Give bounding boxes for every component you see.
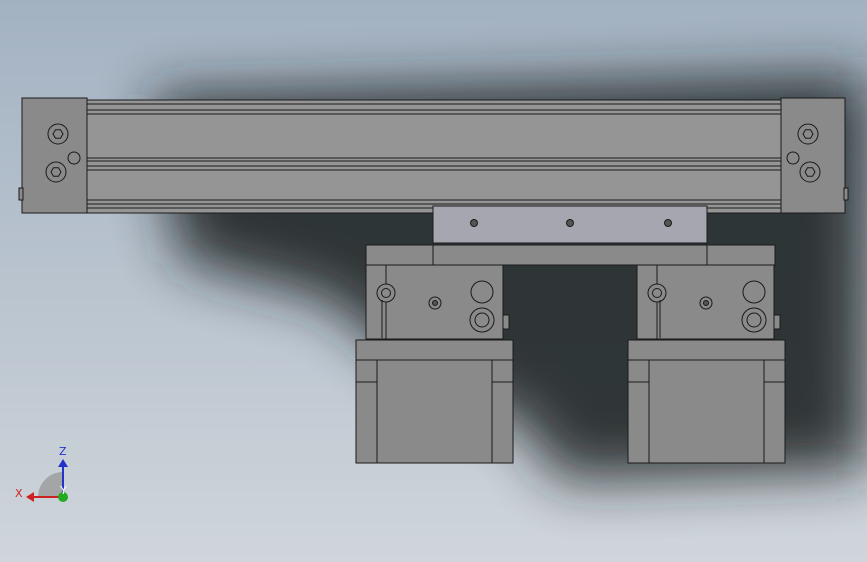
right-gripper-fitting-top-icon [742,280,766,304]
bridge-bracket[interactable] [365,244,776,266]
right-cap-screw-bottom-icon [799,161,821,183]
right-gripper-jaw-block[interactable] [627,339,786,464]
left-gripper[interactable] [355,264,514,464]
right-cap-port-icon [786,151,800,165]
y-axis-label: Y [59,484,67,497]
model-view[interactable]: Z X Y [0,0,867,562]
plate-hole-icon [470,219,478,227]
right-cap-screw-top-icon [797,123,819,145]
left-gripper-nub [502,314,510,330]
right-gripper-screw-inner-icon [703,300,709,306]
left-gripper-fitting-top-icon [470,280,494,304]
left-gripper-screw-inner-icon [432,300,438,306]
left-gripper-fitting-bottom-icon [469,307,495,333]
left-cap-port-icon [67,151,81,165]
left-cap-screw-top-icon [47,123,69,145]
left-end-cap-tab [18,187,24,201]
plate-hole-icon [566,219,574,227]
right-gripper-port-icon [647,283,667,303]
z-axis-label: Z [59,445,67,458]
right-end-cap-tab [843,187,849,201]
right-gripper[interactable] [627,264,786,464]
x-axis-label: X [15,487,23,500]
right-gripper-nub [773,314,781,330]
left-cap-screw-bottom-icon [45,161,67,183]
left-gripper-jaw-block[interactable] [355,339,514,464]
graphics-viewport[interactable]: Z X Y [0,0,867,562]
left-gripper-port-icon [376,283,396,303]
plate-hole-icon [664,219,672,227]
actuator-rail[interactable] [86,99,782,214]
right-gripper-fitting-bottom-icon [741,307,767,333]
